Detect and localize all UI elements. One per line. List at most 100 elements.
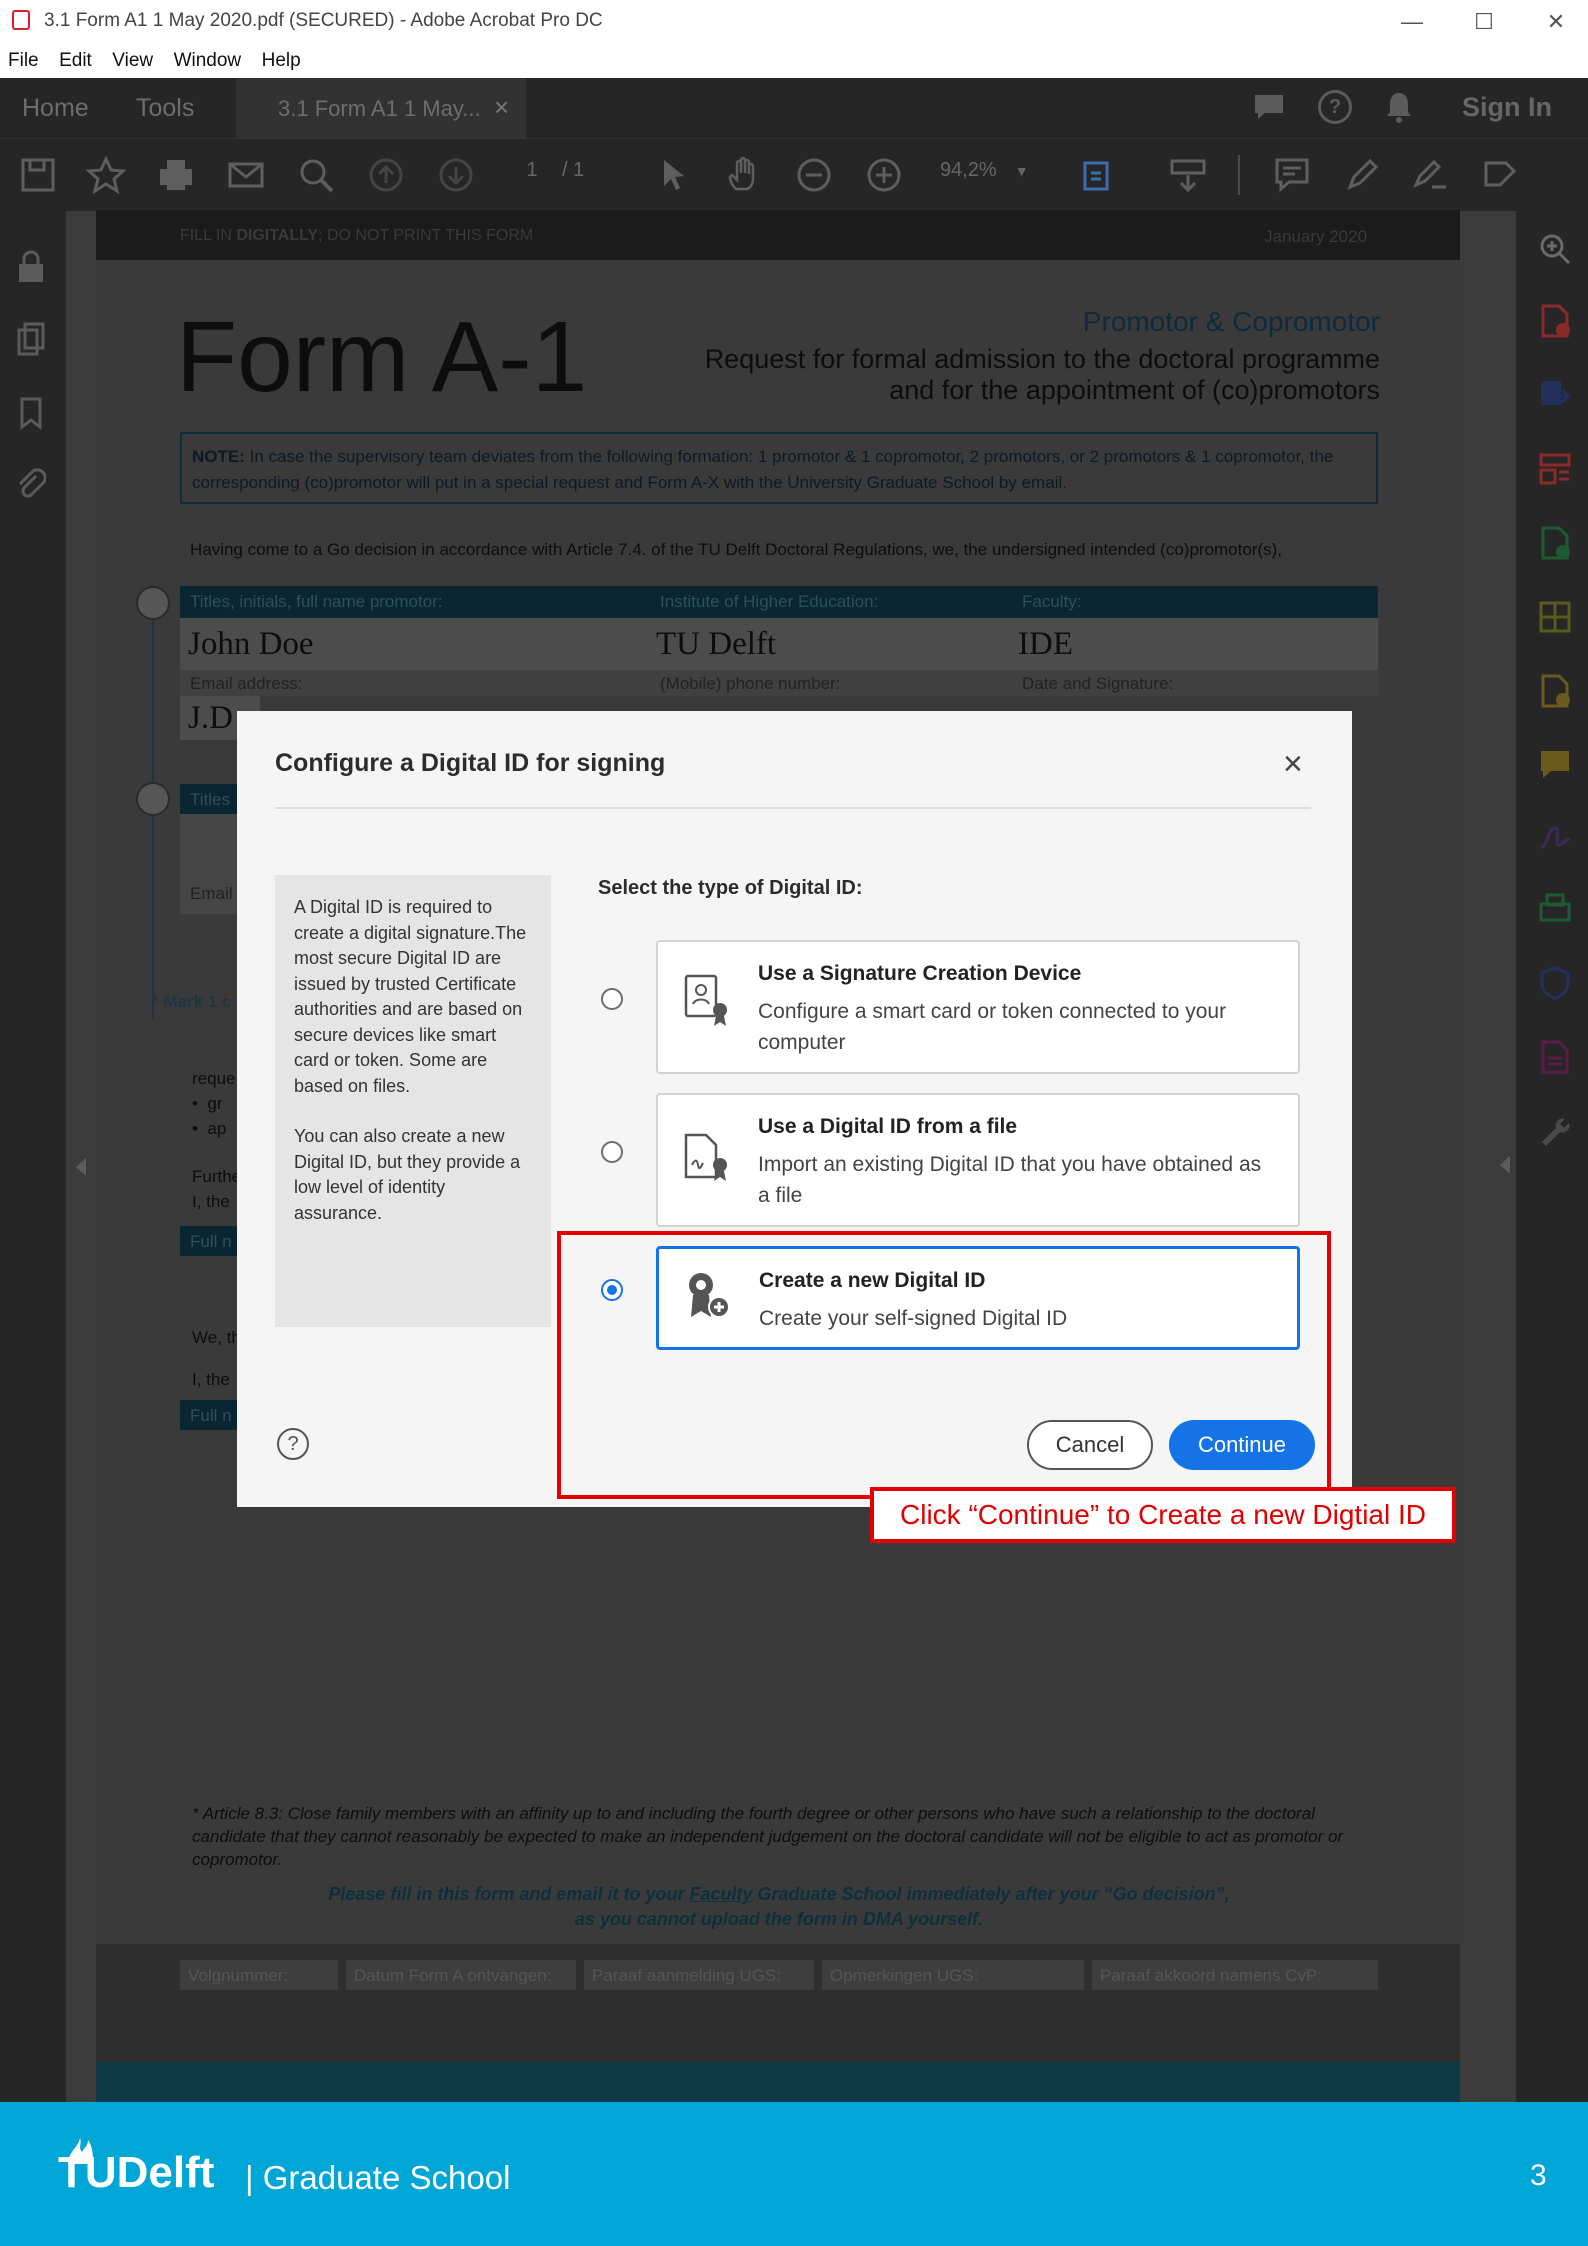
fullname2-label: Full n [190, 1406, 232, 1425]
add-comment-icon[interactable] [1272, 155, 1312, 195]
edit-pdf-icon[interactable] [1538, 526, 1572, 560]
zoom-in-icon[interactable] [864, 155, 904, 195]
menu-window[interactable]: Window [174, 50, 242, 72]
radio-digital-id-file[interactable] [601, 1141, 623, 1163]
admin-cell-2: Datum Form A ontvangen: [346, 1960, 576, 1990]
close-window-button[interactable]: ✕ [1526, 4, 1586, 40]
field-date-label: Date and Signature: [1022, 674, 1174, 693]
print-icon[interactable] [156, 155, 196, 195]
select-cursor-icon[interactable] [654, 155, 694, 195]
combine-files-icon[interactable] [1538, 600, 1572, 634]
form-subtitle-accent: Promotor & Copromotor [1082, 306, 1380, 337]
search-icon[interactable] [296, 155, 336, 195]
comment-tool-icon[interactable] [1538, 748, 1572, 782]
page-footer-band [96, 2062, 1460, 2102]
lock-icon[interactable] [16, 250, 46, 284]
pages-icon[interactable] [16, 322, 46, 356]
fill-sign-icon[interactable] [1410, 155, 1450, 195]
scan-ocr-icon[interactable] [1538, 892, 1572, 926]
star-icon[interactable] [85, 155, 127, 195]
graduate-school-label: | Graduate School [245, 2159, 511, 2196]
tab-close-icon[interactable]: × [494, 92, 509, 123]
menu-view[interactable]: View [112, 50, 153, 72]
dialog-title: Configure a Digital ID for signing [275, 749, 666, 777]
export-pdf-icon[interactable] [1538, 378, 1572, 412]
option-2-title: Use a Digital ID from a file [758, 1115, 1018, 1138]
note-box: NOTE: In case the supervisory team devia… [180, 432, 1378, 504]
page-header-band: FILL IN DIGITALLY; DO NOT PRINT THIS FOR… [96, 210, 1460, 260]
option-signature-device[interactable]: Use a Signature Creation Device Configur… [656, 940, 1300, 1074]
dialog-close-icon[interactable]: × [1283, 747, 1303, 781]
fullname2-label-cell: Full n [180, 1400, 240, 1430]
send-review-icon[interactable] [1538, 1040, 1572, 1074]
window-title: 3.1 Form A1 1 May 2020.pdf (SECURED) - A… [44, 10, 603, 31]
zoom-level-value: 94,2% [940, 159, 997, 181]
promotor-label-row: Titles, initials, full name promotor: In… [180, 586, 1378, 618]
menu-help[interactable]: Help [262, 50, 301, 72]
next-page-icon[interactable] [436, 155, 476, 195]
select-type-label: Select the type of Digital ID: [598, 877, 863, 899]
menu-edit[interactable]: Edit [59, 50, 92, 72]
prepare-form-icon[interactable] [1538, 674, 1572, 708]
organize-pages-icon[interactable] [1538, 452, 1572, 486]
right-tools-pane [1500, 210, 1588, 2102]
sign-in-button[interactable]: Sign In [1462, 92, 1552, 123]
hand-tool-icon[interactable] [724, 155, 764, 195]
tab-bar: Home Tools 3.1 Form A1 1 May... × ? Sign… [0, 78, 1588, 138]
radio-signature-device[interactable] [601, 988, 623, 1010]
tab-document[interactable]: 3.1 Form A1 1 May... × [236, 78, 526, 138]
tool-bar: 1 / 1 94,2% ▼ [0, 138, 1588, 211]
info-paragraph-2: You can also create a new Digital ID, bu… [294, 1126, 521, 1223]
bookmark-icon[interactable] [16, 396, 46, 431]
minimize-button[interactable]: — [1382, 4, 1442, 40]
protect-icon[interactable] [1538, 966, 1572, 1000]
more-tools-icon[interactable] [1480, 155, 1520, 195]
form-subtitle: Request for formal admission to the doct… [704, 344, 1380, 405]
field-institute-label: Institute of Higher Education: [660, 592, 879, 611]
prev-page-icon[interactable] [366, 155, 406, 195]
dialog-help-icon[interactable]: ? [277, 1428, 309, 1460]
collapse-left-icon[interactable] [76, 1158, 86, 1176]
zoom-level-select[interactable]: 94,2% ▼ [940, 159, 1040, 182]
option-1-title: Use a Signature Creation Device [758, 962, 1082, 985]
more-tools-wrench-icon[interactable] [1538, 1112, 1572, 1146]
further-text-fragment: Furthe I, the [192, 1167, 242, 1211]
page-number-input[interactable]: 1 [510, 159, 554, 182]
tab-home[interactable]: Home [22, 94, 89, 123]
save-icon[interactable] [18, 155, 58, 195]
menu-file[interactable]: File [8, 50, 39, 72]
email-icon[interactable] [226, 155, 266, 195]
info-paragraph-1: A Digital ID is required to create a dig… [294, 897, 527, 1096]
field-institute-value: TU Delft [656, 626, 777, 662]
admin-cell-4: Opmerkingen UGS: [822, 1960, 1084, 1990]
bell-icon[interactable] [1384, 90, 1414, 124]
option-digital-id-file[interactable]: Use a Digital ID from a file Import an e… [656, 1093, 1300, 1227]
fullname-label: Full n [190, 1232, 232, 1251]
scroll-mode-icon[interactable] [1168, 155, 1208, 195]
attachment-icon[interactable] [16, 468, 47, 502]
help-icon[interactable]: ? [1318, 90, 1352, 124]
field-phone-label: (Mobile) phone number: [660, 674, 841, 693]
fullname-label-cell: Full n [180, 1226, 240, 1256]
tu-delft-wordmark: TUDelft [58, 2148, 215, 2197]
copromotor-email-label: Email [190, 884, 233, 903]
request-text-fragment: reque • gr • ap [192, 1069, 236, 1138]
admin-header-row: Volgnummer: Datum Form A ontvangen: Para… [180, 1960, 1378, 1990]
menu-bar: File Edit View Window Help [0, 44, 1588, 79]
mark-note-fragment: * Mark 1 c [152, 992, 232, 1011]
zoom-tool-icon[interactable] [1538, 232, 1572, 266]
dialog-divider [275, 807, 1311, 809]
comment-icon[interactable] [1252, 92, 1286, 122]
instruction-text: Please fill in this form and email it to… [328, 1884, 1230, 1929]
admin-cell-5: Paraaf akkoord namens CvP: [1092, 1960, 1378, 1990]
tab-tools[interactable]: Tools [136, 94, 194, 123]
create-pdf-icon[interactable] [1538, 304, 1572, 338]
maximize-button[interactable]: ☐ [1454, 4, 1514, 40]
fit-page-icon[interactable] [1080, 155, 1120, 195]
fill-sign-tool-icon[interactable] [1538, 820, 1572, 854]
annotation-highlight-box [557, 1231, 1331, 1499]
expand-right-icon[interactable] [1500, 1156, 1510, 1174]
toolbar-divider [1238, 155, 1240, 195]
highlight-pen-icon[interactable] [1342, 155, 1382, 195]
zoom-out-icon[interactable] [794, 155, 834, 195]
